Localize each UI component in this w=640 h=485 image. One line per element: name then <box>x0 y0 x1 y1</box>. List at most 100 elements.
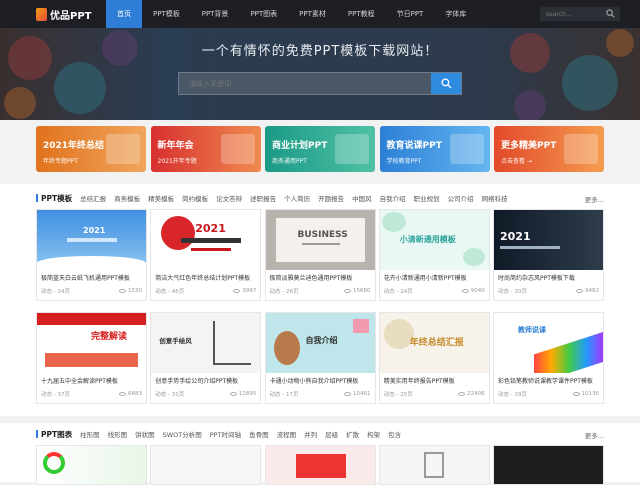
thumbnail-text: 2021 <box>195 222 226 235</box>
template-card[interactable]: 2021 简洁大气红色年终总结计划PPT模板 动态 - 45页 3997 <box>150 209 262 301</box>
chart-thumbnail[interactable] <box>494 446 603 484</box>
template-card[interactable]: 自我介绍 卡通小动物小熊自我介绍PPT模板 动态 - 17页 10461 <box>264 312 376 404</box>
nav-item-holiday-ppt[interactable]: 节日PPT <box>386 0 435 28</box>
template-title[interactable]: 简洁大气红色年终总结计划PPT模板 <box>151 270 260 282</box>
chart-thumbnail[interactable] <box>37 446 146 484</box>
eye-icon <box>233 289 241 293</box>
section-title[interactable]: PPT图表 <box>41 429 72 440</box>
chart-thumbnail[interactable] <box>265 446 375 484</box>
category-link[interactable]: 职业规划 <box>414 193 440 203</box>
eye-icon <box>119 289 126 293</box>
chart-card[interactable] <box>378 445 490 485</box>
category-link[interactable]: 扩散 <box>346 429 359 439</box>
category-link[interactable]: 饼状图 <box>135 429 155 439</box>
category-link[interactable]: 论文答辩 <box>216 193 242 203</box>
nav-item-ppt-materials[interactable]: PPT素材 <box>288 0 337 28</box>
chart-thumbnail[interactable] <box>379 446 489 484</box>
category-link[interactable]: 商务模板 <box>114 193 140 203</box>
template-card[interactable]: 创意手绘风 创意手势手绘公司介绍PPT模板 动态 - 31页 11895 <box>150 312 262 404</box>
template-card[interactable]: 小清新通用模板 花卉小清新通用小清新PPT模板 动态 - 24页 9040 <box>378 209 490 301</box>
top-search-input[interactable] <box>546 10 604 18</box>
template-title[interactable]: 创意手势手绘公司介绍PPT模板 <box>151 373 260 385</box>
template-title[interactable]: 花卉小清新通用小清新PPT模板 <box>380 270 489 282</box>
template-thumbnail[interactable]: 年终总结汇报 <box>379 313 489 373</box>
template-thumbnail[interactable]: 创意手绘风 <box>151 313 261 373</box>
chart-thumbnail[interactable] <box>151 446 261 484</box>
banner-new-year-party[interactable]: 新年年会 2021开年专题 <box>150 126 261 172</box>
logo-icon <box>36 7 47 21</box>
template-card[interactable]: 完整解读 十九届五中全会解读PPT模板 动态 - 37页 6683 <box>36 312 147 404</box>
banner-year-end-summary[interactable]: 2021年终总结 年终专题PPT <box>36 126 146 172</box>
category-link[interactable]: 包含 <box>388 429 401 439</box>
template-thumbnail[interactable]: 自我介绍 <box>265 313 375 373</box>
section-title[interactable]: PPT模板 <box>41 193 72 204</box>
category-link[interactable]: 精美模板 <box>148 193 174 203</box>
template-card[interactable]: 年终总结汇报 精美实用年终报告PPT模板 动态 - 25页 22406 <box>378 312 490 404</box>
template-thumbnail[interactable]: 小清新通用模板 <box>379 210 489 270</box>
thumbnail-text: 年终总结汇报 <box>409 338 464 348</box>
nav-item-ppt-backgrounds[interactable]: PPT背景 <box>191 0 240 28</box>
template-title[interactable]: 精美实用年终报告PPT模板 <box>380 373 489 385</box>
template-title[interactable]: 时尚简约杂志风PPT模板下载 <box>494 270 603 282</box>
chart-card[interactable] <box>493 445 604 485</box>
template-card[interactable]: 2021 极简蓝天白云纸飞机通用PPT模板 动态 - 24页 1530 <box>36 209 147 301</box>
banner-more-ppt[interactable]: 更多精美PPT 点击查看 → <box>494 126 604 172</box>
category-link[interactable]: 述职报告 <box>250 193 276 203</box>
template-title[interactable]: 彩色铅笔教师说课教学课件PPT模板 <box>494 373 603 385</box>
template-card[interactable]: 教师说课 彩色铅笔教师说课教学课件PPT模板 动态 - 29页 10136 <box>493 312 604 404</box>
category-link[interactable]: 层级 <box>325 429 338 439</box>
category-link[interactable]: PPT时间轴 <box>210 429 241 439</box>
site-logo[interactable]: 优品PPT <box>36 7 104 22</box>
nav-item-home[interactable]: 首页 <box>106 0 142 28</box>
nav-item-ppt-tutorials[interactable]: PPT教程 <box>337 0 386 28</box>
category-link[interactable]: 总结汇报 <box>80 193 106 203</box>
hero-search-input[interactable] <box>179 73 431 94</box>
template-meta: 动态 - 24页 1530 <box>37 282 146 295</box>
template-thumbnail[interactable]: 教师说课 <box>494 313 603 373</box>
category-link[interactable]: 并列 <box>304 429 317 439</box>
banner-business-plan[interactable]: 商业计划PPT 商务通用PPT <box>265 126 375 172</box>
template-pages: 动态 - 24页 <box>41 289 70 295</box>
search-icon[interactable] <box>606 9 615 18</box>
template-card[interactable]: BUSINESS 极简淡雅莫兰迪色通用PPT模板 动态 - 26页 15680 <box>264 209 376 301</box>
category-link[interactable]: 简约模板 <box>182 193 208 203</box>
template-title[interactable]: 卡通小动物小熊自我介绍PPT模板 <box>266 373 375 385</box>
category-link[interactable]: 网络科技 <box>482 193 508 203</box>
category-link[interactable]: 柱形图 <box>80 429 100 439</box>
template-title[interactable]: 极简淡雅莫兰迪色通用PPT模板 <box>266 270 375 282</box>
template-title[interactable]: 十九届五中全会解读PPT模板 <box>37 373 146 385</box>
template-card[interactable]: 2021 时尚简约杂志风PPT模板下载 动态 - 20页 9482 <box>493 209 604 301</box>
category-link[interactable]: SWOT分析图 <box>163 429 202 439</box>
nav-menu: 首页 PPT模板 PPT背景 PPT图表 PPT素材 PPT教程 节日PPT 字… <box>106 0 477 28</box>
category-link[interactable]: 线形图 <box>108 429 128 439</box>
category-link[interactable]: 开题报告 <box>318 193 344 203</box>
category-link[interactable]: 中国风 <box>352 193 372 203</box>
chart-card[interactable] <box>264 445 376 485</box>
template-thumbnail[interactable]: BUSINESS <box>265 210 375 270</box>
banner-education[interactable]: 教育说课PPT 学校教育PPT <box>379 126 490 172</box>
template-meta: 动态 - 37页 6683 <box>37 385 146 398</box>
more-link[interactable]: 更多... <box>585 430 604 440</box>
template-thumbnail[interactable]: 完整解读 <box>37 313 146 373</box>
template-thumbnail[interactable]: 2021 <box>494 210 603 270</box>
template-thumbnail[interactable]: 2021 <box>151 210 261 270</box>
category-link[interactable]: 公司介绍 <box>448 193 474 203</box>
nav-item-ppt-templates[interactable]: PPT模板 <box>142 0 191 28</box>
template-title[interactable]: 极简蓝天白云纸飞机通用PPT模板 <box>37 270 146 282</box>
nav-item-ppt-charts[interactable]: PPT图表 <box>239 0 288 28</box>
thumbnail-decoration <box>37 313 146 325</box>
category-link[interactable]: 流程图 <box>277 429 297 439</box>
category-link[interactable]: 自我介绍 <box>380 193 406 203</box>
top-search <box>540 7 620 21</box>
hero-search-button[interactable] <box>431 73 461 94</box>
nav-item-fonts[interactable]: 字体库 <box>434 0 477 28</box>
more-link[interactable]: 更多... <box>585 194 604 204</box>
chart-card[interactable] <box>36 445 147 485</box>
category-link[interactable]: 鱼骨图 <box>249 429 269 439</box>
thumbnail-decoration <box>301 243 340 245</box>
template-thumbnail[interactable]: 2021 <box>37 210 146 270</box>
category-link[interactable]: 构架 <box>367 429 380 439</box>
category-link[interactable]: 个人简历 <box>284 193 310 203</box>
chart-card[interactable] <box>150 445 262 485</box>
eye-icon <box>119 392 126 396</box>
